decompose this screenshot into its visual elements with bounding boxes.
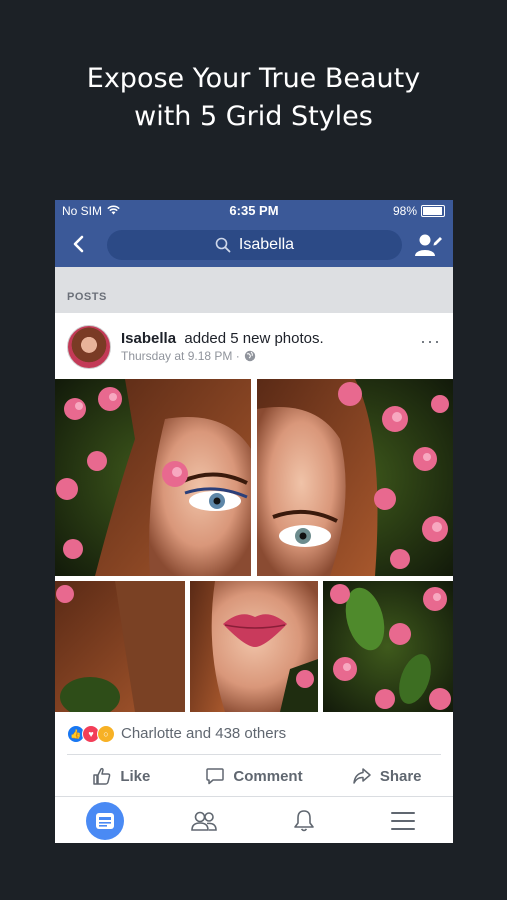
menu-icon xyxy=(391,811,416,830)
promo-headline-line2: with 5 Grid Styles xyxy=(134,101,373,132)
post-meta: Thursday at 9.18 PM · xyxy=(121,349,256,363)
promo-headline: Expose Your True Beauty with 5 Grid Styl… xyxy=(0,60,507,136)
comment-icon xyxy=(206,768,225,785)
promo-headline-line1: Expose Your True Beauty xyxy=(86,63,421,94)
photo-tile-1[interactable] xyxy=(55,379,251,576)
avatar[interactable] xyxy=(67,325,111,369)
post-header: Isabella added 5 new photos. Thursday at… xyxy=(55,313,453,379)
search-icon xyxy=(215,237,231,253)
tab-friends[interactable] xyxy=(155,797,255,843)
nav-bar: Isabella xyxy=(55,222,453,267)
battery-percent: 98% xyxy=(392,204,417,218)
photo-tile-5[interactable] xyxy=(323,581,453,712)
search-bar[interactable]: Isabella xyxy=(107,230,402,260)
photo-tile-4[interactable] xyxy=(190,581,318,712)
back-button[interactable] xyxy=(67,232,91,256)
post-title: Isabella added 5 new photos. xyxy=(121,330,324,347)
photo-tile-3[interactable] xyxy=(55,581,185,717)
share-button[interactable]: Share xyxy=(320,756,453,796)
post-actions: Like Comment Share xyxy=(55,756,453,796)
chevron-left-icon xyxy=(73,235,84,253)
tab-menu[interactable] xyxy=(354,797,454,843)
like-button[interactable]: Like xyxy=(55,756,188,796)
comment-label: Comment xyxy=(233,767,303,785)
wow-icon: ○ xyxy=(97,725,115,743)
edit-friend-button[interactable] xyxy=(413,230,443,260)
photo-tile-2[interactable] xyxy=(257,379,453,576)
reaction-summary[interactable]: Charlotte and 438 others xyxy=(121,725,286,742)
friends-icon xyxy=(191,811,218,831)
more-options-button[interactable]: ··· xyxy=(420,331,441,352)
share-label: Share xyxy=(379,767,422,785)
search-text: Isabella xyxy=(238,236,295,253)
tab-bar xyxy=(55,796,453,843)
battery-icon xyxy=(421,205,445,217)
comment-button[interactable]: Comment xyxy=(188,756,321,796)
edit-profile-icon xyxy=(415,234,442,256)
tab-notifications[interactable] xyxy=(254,797,354,843)
phone-screen: No SIM 6:35 PM 98% Isabella POSTS Isabel… xyxy=(55,200,453,843)
post-timestamp[interactable]: Thursday at 9.18 PM · xyxy=(121,349,240,363)
news-feed-icon xyxy=(85,801,124,840)
reaction-icons: 👍 ♥ ○ xyxy=(67,725,115,743)
post-action: added 5 new photos. xyxy=(184,330,324,347)
posts-section-header: POSTS xyxy=(55,267,453,313)
reactions-bar[interactable]: 👍 ♥ ○ Charlotte and 438 others xyxy=(55,712,453,754)
photo-grid xyxy=(55,379,453,717)
status-bar: No SIM 6:35 PM 98% xyxy=(55,200,453,222)
notifications-icon xyxy=(293,809,314,831)
section-label: POSTS xyxy=(67,291,107,303)
tab-news-feed[interactable] xyxy=(55,797,155,843)
divider xyxy=(67,754,441,755)
thumbs-up-icon xyxy=(93,767,111,785)
photo-collage xyxy=(55,379,453,717)
share-icon xyxy=(353,768,371,784)
post-author[interactable]: Isabella xyxy=(121,330,176,347)
globe-icon xyxy=(244,350,255,362)
like-label: Like xyxy=(120,767,151,785)
